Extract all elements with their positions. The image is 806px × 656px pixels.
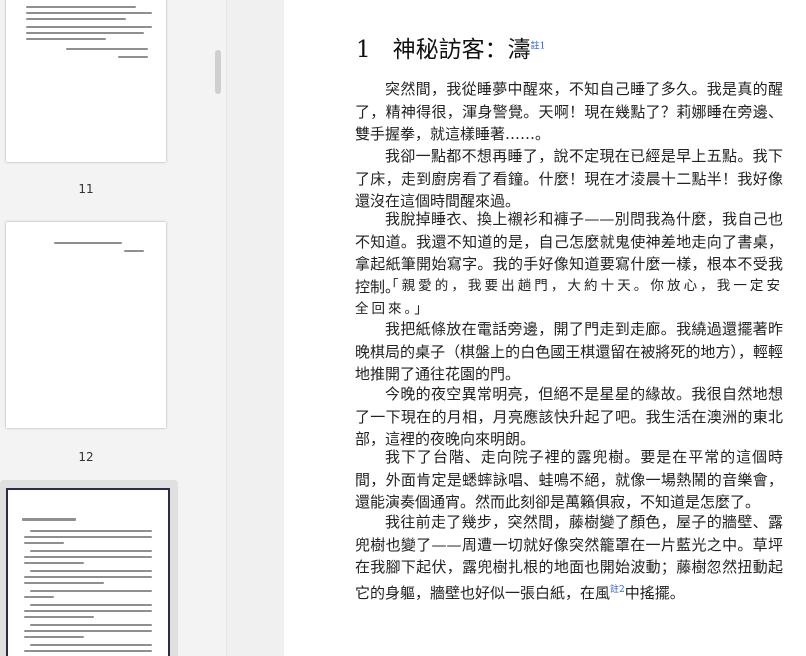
paragraph-8-text: 我往前走了幾步，突然間，藤樹變了顏色，屋子的牆壁、露兜樹也變了——周遭一切就好像…	[355, 513, 783, 602]
document-page: 1 神秘訪客：濤註1 突然間，我從睡夢中醒來，不知自己睡了多久。我是真的醒了，精神…	[284, 0, 806, 656]
thumbnail-page-current[interactable]	[6, 488, 170, 656]
footnote-link-2[interactable]: 註2	[610, 585, 625, 595]
paragraph-6: 今晚的夜空異常明亮，但絕不是星星的緣故。我很自然地想了一下現在的月相，月亮應該快…	[355, 385, 783, 448]
thumbnail-page-11[interactable]	[6, 0, 166, 162]
thumbnail-label-12: 12	[78, 450, 94, 464]
footnote-link-1[interactable]: 註1	[531, 41, 546, 51]
thumbnail-label-11: 11	[78, 182, 94, 196]
chapter-heading: 1 神秘訪客：濤註1	[356, 30, 545, 64]
paragraph-note-letter: 「親愛的，我要出趟門，大約十天。你放心，我一定安全回來。」	[355, 278, 783, 317]
paragraph-7: 我下了台階、走向院子裡的露兜樹。要是在平常的這個時間，外面肯定是蟋蟀詠唱、蛙鳴不…	[355, 448, 783, 511]
chapter-number: 1	[356, 37, 371, 63]
thumbnail-scrollbar[interactable]	[210, 0, 226, 656]
thumbnail-pane: 11 12	[0, 0, 226, 656]
thumbnail-page-12[interactable]	[6, 222, 166, 428]
paragraph-1: 突然間，我從睡夢中醒來，不知自己睡了多久。我是真的醒了，精神得很，渾身警覺。天啊…	[355, 80, 783, 143]
paragraph-2: 我卻一點都不想再睡了，說不定現在已經是早上五點。我下了床，走到廚房看了看鐘。什麼…	[355, 147, 783, 210]
paragraph-5: 我把紙條放在電話旁邊，開了門走到走廊。我繞過還擺著昨晚棋局的桌子（棋盤上的白色國…	[355, 320, 783, 383]
pane-divider[interactable]	[226, 0, 285, 656]
thumbnail-scrollbar-thumb[interactable]	[215, 50, 221, 94]
paragraph-8: 我往前走了幾步，突然間，藤樹變了顏色，屋子的牆壁、露兜樹也變了——周遭一切就好像…	[355, 511, 783, 604]
paragraph-8-tail: 中搖擺。	[624, 583, 685, 602]
chapter-title: 神秘訪客：濤	[392, 37, 531, 63]
